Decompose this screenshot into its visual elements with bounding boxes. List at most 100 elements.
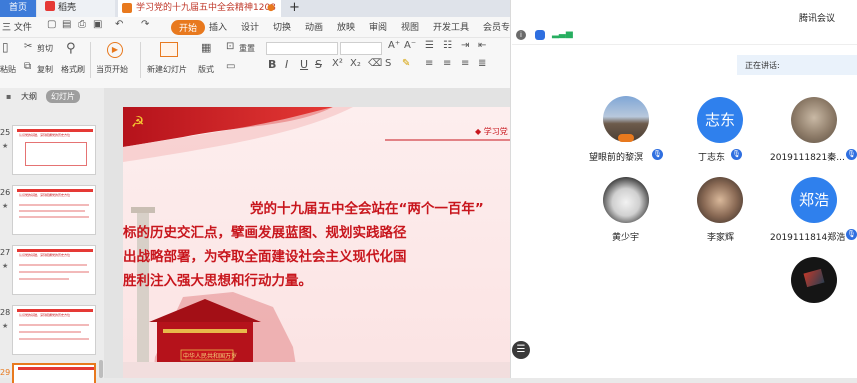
avatar-image [803,268,825,288]
print-icon[interactable]: ⎙ [78,19,86,30]
copy-button[interactable]: 复制 [37,64,53,75]
panel-scrollbar[interactable] [99,360,103,378]
menu-view[interactable]: 视图 [401,20,419,33]
outline-tab[interactable]: 大纲 [21,91,37,102]
slide-thumbnail[interactable]: 认识党的基础，深刻把握党的历史方位 [12,185,96,235]
clear-format-icon[interactable]: ⌫ [368,58,382,69]
slide-thumbnail-selected[interactable] [12,363,96,383]
strikethrough-icon[interactable]: S [315,58,322,71]
microphone-icon[interactable]: 🎙 [652,149,663,160]
new-slide-button[interactable]: 新建幻灯片 [147,64,187,75]
unsaved-dot-icon[interactable]: ● [267,0,275,17]
slide-thumbnail[interactable]: 认识党的基础，深刻把握党的历史方位 [12,125,96,175]
font-grow-icon[interactable]: A⁺ [388,40,400,51]
party-emblem-icon: ☭ [131,113,145,131]
host-badge-icon [618,134,634,142]
thumb-title-bar [17,249,93,252]
tab-docer[interactable]: 稻壳 [37,0,115,17]
export-icon[interactable]: ▤ [62,19,71,30]
align-left-icon[interactable]: ≡ [425,58,433,69]
format-painter-icon[interactable]: ⚲ [66,41,76,56]
reset-button[interactable]: 重置 [239,43,255,54]
thumb-text-line [19,271,89,273]
microphone-icon[interactable]: 🎙 [846,229,857,240]
menu-transition[interactable]: 切换 [273,20,291,33]
indent-icon[interactable]: ⇥ [461,40,469,51]
tab-docer-label: 稻壳 [58,3,77,13]
menu-review[interactable]: 审阅 [369,20,387,33]
paste-icon[interactable]: ▯ [2,40,9,54]
menu-slideshow[interactable]: 放映 [337,20,355,33]
new-tab-icon[interactable]: + [289,0,300,16]
layout-button[interactable]: 版式 [198,64,214,75]
signal-icon[interactable]: ▂▃▅ [552,29,573,39]
slides-tab[interactable]: 幻灯片 [46,90,80,103]
menu-member[interactable]: 会员专 [483,20,510,33]
toolbar-divider [140,42,141,78]
slide-text-line: 党的十九届五中全会站在“两个一百年” [250,201,484,217]
thumb-text-line [19,210,85,212]
avatar[interactable] [791,257,837,303]
thumb-text-line [19,338,89,340]
avatar[interactable] [697,177,743,223]
slide-thumbnail[interactable]: 认识党的基础，深刻把握党的历史方位 [12,245,96,295]
new-slide-icon[interactable] [160,42,178,57]
align-center-icon[interactable]: ≡ [443,58,451,69]
save-icon[interactable]: ▢ [47,19,56,30]
preview-icon[interactable]: ▣ [93,19,102,30]
menu-devtools[interactable]: 开发工具 [433,20,469,33]
layout-icon[interactable]: ▦ [201,41,211,54]
microphone-icon[interactable]: 🎙 [846,149,857,160]
play-from-current-button[interactable]: 当页开始 [96,64,128,75]
font-family-select[interactable] [266,42,338,55]
copy-icon[interactable]: ⧉ [24,61,31,72]
redo-icon[interactable]: ↷ [141,19,149,30]
menu-design[interactable]: 设计 [241,20,259,33]
bold-icon[interactable]: B [268,58,276,71]
participant-list-icon[interactable]: ☰ [512,341,530,359]
section-icon[interactable]: ▭ [226,61,235,72]
text-shadow-icon[interactable]: S [385,58,391,69]
italic-icon[interactable]: I [285,58,288,71]
slide-body-text[interactable]: 党的十九届五中全会站在“两个一百年” 标的历史交汇点，擘画发展蓝图、规划实践路径… [123,197,510,293]
cut-icon[interactable]: ✂ [24,41,32,52]
participant-name: 李家辉 [707,233,735,243]
avatar[interactable] [791,97,837,143]
tab-document[interactable]: 学习党的十九届五中全会精神1208 ● [118,0,281,17]
undo-icon[interactable]: ↶ [115,19,123,30]
menu-insert[interactable]: 插入 [209,20,227,33]
thumb-star-icon: ★ [2,202,9,210]
shield-icon[interactable] [535,30,545,40]
font-shrink-icon[interactable]: A⁻ [404,40,416,51]
align-right-icon[interactable]: ≡ [461,58,469,69]
superscript-icon[interactable]: X² [332,58,343,69]
numbering-icon[interactable]: ☷ [443,40,452,51]
avatar[interactable]: 志东 [697,97,743,143]
tab-home[interactable]: 首页 [0,0,36,17]
justify-icon[interactable]: ≣ [478,58,486,69]
text-color-icon[interactable]: ✎ [402,58,410,69]
cut-button[interactable]: 剪切 [37,43,53,54]
info-icon[interactable]: i [516,30,526,40]
avatar[interactable] [603,177,649,223]
microphone-icon[interactable]: 🎙 [731,149,742,160]
avatar[interactable]: 郑浩 [791,177,837,223]
subscript-icon[interactable]: X₂ [350,58,361,69]
paste-label[interactable]: 粘贴 [0,64,16,75]
current-slide[interactable]: ☭ ◆ 学习党 党的十九届五中全会站在“两个一百年” 标的历史交汇点，擘画发展蓝… [123,107,510,378]
format-painter-button[interactable]: 格式刷 [61,64,85,75]
menu-start[interactable]: 开始 [171,20,206,35]
panel-grid-icon[interactable]: ▪ [6,92,11,101]
font-size-select[interactable] [340,42,382,55]
play-icon[interactable]: ▶ [107,42,123,58]
bullets-icon[interactable]: ☰ [425,40,434,51]
thumb-text-line [19,324,89,326]
menu-file[interactable]: 三 文件 [2,20,32,33]
slide-thumbnail[interactable]: 认识党的基础，深刻把握党的历史方位 [12,305,96,355]
thumb-title-bar [17,309,93,312]
underline-icon[interactable]: U [300,58,308,71]
outdent-icon[interactable]: ⇤ [478,40,486,51]
thumb-number: 29 [0,368,11,377]
reset-icon[interactable]: ⊡ [226,41,234,52]
menu-animation[interactable]: 动画 [305,20,323,33]
